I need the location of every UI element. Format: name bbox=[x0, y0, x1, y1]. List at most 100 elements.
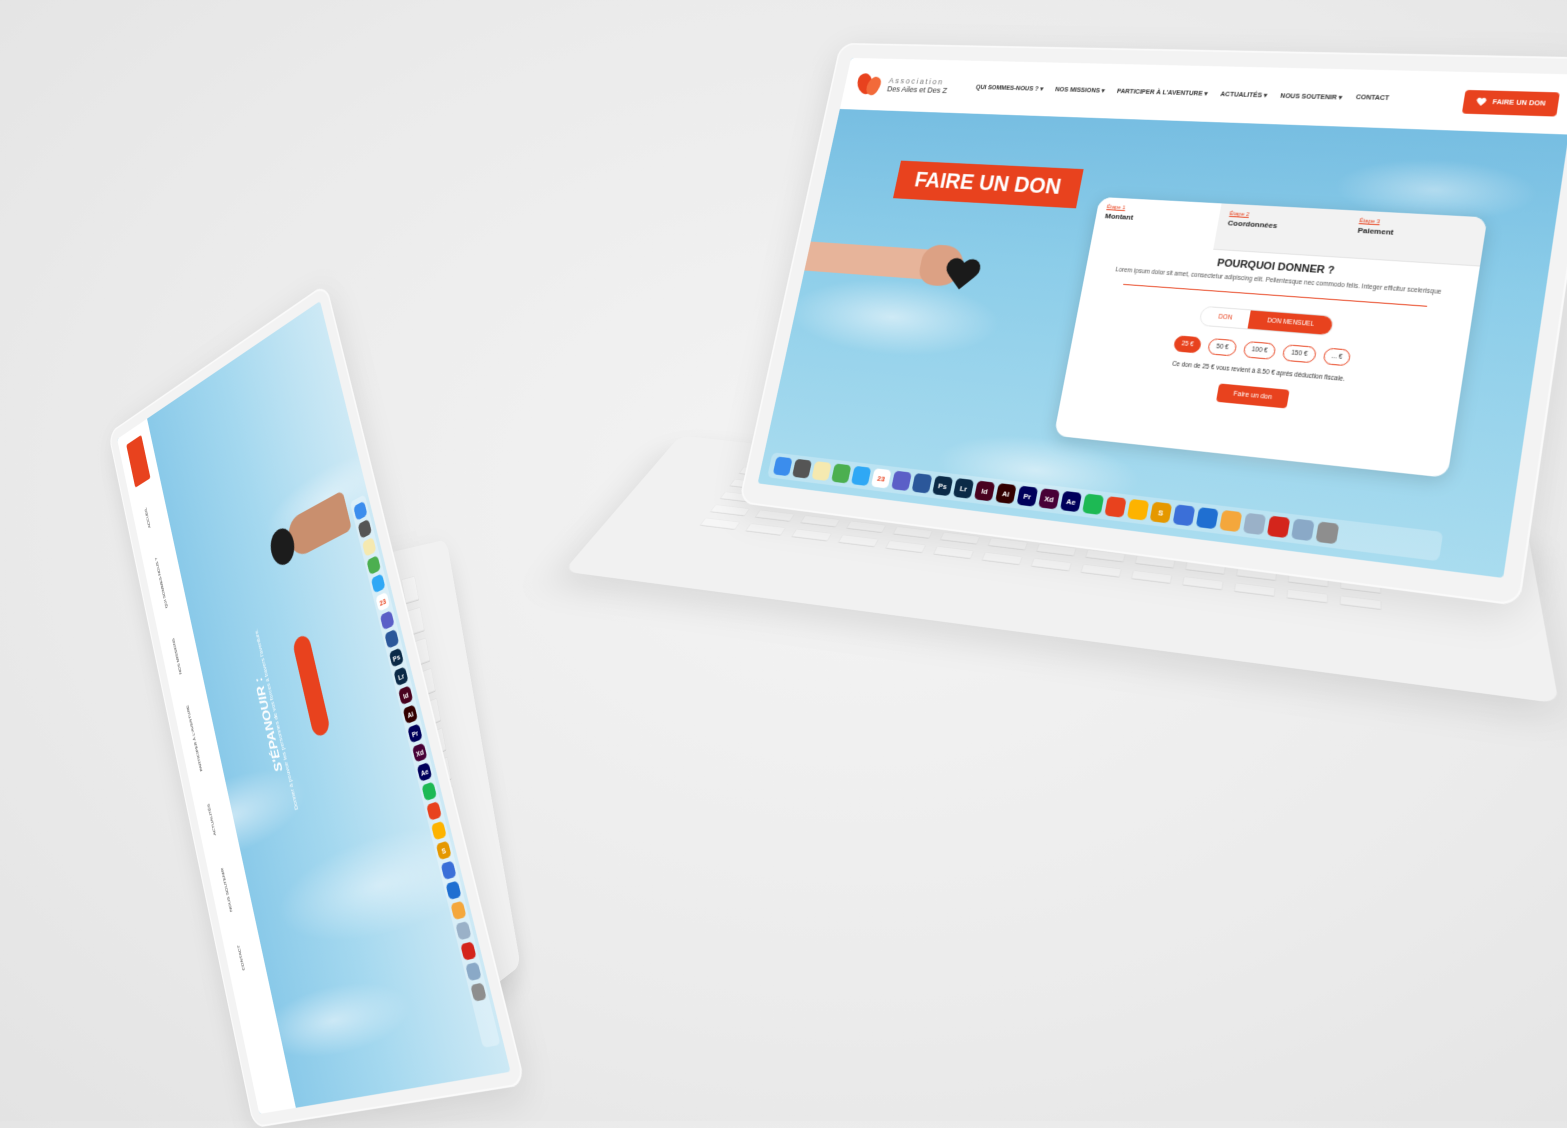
notes-icon[interactable] bbox=[811, 461, 831, 481]
teams-icon[interactable] bbox=[891, 471, 912, 491]
spotify-icon[interactable] bbox=[1082, 493, 1104, 515]
preview-icon[interactable] bbox=[1243, 513, 1266, 535]
amount-50[interactable]: 50 € bbox=[1207, 338, 1237, 357]
donation-body: POURQUOI DONNER ? Lorem ipsum dolor sit … bbox=[1062, 242, 1480, 433]
xd-icon[interactable]: Xd bbox=[412, 743, 427, 763]
chrome-icon[interactable] bbox=[831, 463, 851, 483]
chrome-icon[interactable] bbox=[366, 555, 381, 575]
sketch-icon[interactable] bbox=[431, 821, 447, 841]
word-icon[interactable] bbox=[384, 629, 399, 649]
launchpad-icon[interactable] bbox=[358, 519, 372, 539]
keyboard-key bbox=[1340, 595, 1382, 609]
main-nav: QUI SOMMES-NOUS ? ▾ NOS MISSIONS ▾ PARTI… bbox=[975, 84, 1389, 103]
keynote-icon[interactable] bbox=[441, 861, 457, 880]
amount-options: 25 € 50 € 100 € 150 € ... € bbox=[1093, 329, 1440, 374]
teams-icon[interactable] bbox=[380, 610, 395, 630]
finder-icon[interactable] bbox=[773, 456, 793, 476]
nav-item-support[interactable]: NOUS SOUTENIR ▾ bbox=[1280, 92, 1343, 101]
keyboard-key bbox=[1031, 558, 1073, 571]
folder-icon[interactable] bbox=[1291, 519, 1315, 542]
left-nav-item[interactable]: CONTACT bbox=[237, 942, 253, 970]
notes-icon[interactable] bbox=[362, 537, 377, 557]
quicktime-icon[interactable] bbox=[446, 881, 462, 900]
trash-icon[interactable] bbox=[1315, 521, 1339, 544]
keyboard-key bbox=[838, 534, 879, 546]
nav-item-news[interactable]: ACTUALITÉS ▾ bbox=[1220, 91, 1268, 100]
keynote-icon[interactable] bbox=[1173, 504, 1196, 526]
preview-icon[interactable] bbox=[455, 921, 471, 940]
left-nav-item[interactable]: PARTICIPER À L'AVENTURE bbox=[186, 702, 210, 773]
spotify-icon[interactable] bbox=[421, 782, 437, 802]
messages-icon[interactable] bbox=[851, 466, 871, 486]
scrivener-icon[interactable]: S bbox=[1150, 502, 1173, 524]
acrobat-icon[interactable] bbox=[1267, 516, 1291, 539]
site-logo[interactable]: Association Des Ailes et Des Z bbox=[853, 70, 951, 101]
amount-150[interactable]: 150 € bbox=[1282, 344, 1317, 363]
lightroom-icon[interactable]: Lr bbox=[393, 666, 408, 686]
header-donate-label: FAIRE UN DON bbox=[1492, 99, 1546, 107]
keyboard-key bbox=[700, 518, 741, 530]
premiere-icon[interactable]: Pr bbox=[407, 724, 422, 744]
aftereffects-icon[interactable]: Ae bbox=[417, 762, 433, 782]
keyboard-key bbox=[791, 529, 832, 541]
step-amount[interactable]: Étape 1 Montant bbox=[1091, 197, 1222, 250]
scrivener-icon[interactable]: S bbox=[436, 841, 452, 861]
finder-icon[interactable] bbox=[353, 501, 367, 521]
left-nav-item[interactable]: ACTUALITÉS bbox=[207, 800, 224, 835]
aftereffects-icon[interactable]: Ae bbox=[1060, 491, 1082, 512]
xmind-icon[interactable] bbox=[426, 801, 442, 821]
nav-item-about[interactable]: QUI SOMMES-NOUS ? ▾ bbox=[975, 84, 1044, 93]
acrobat-icon[interactable] bbox=[460, 941, 476, 960]
photos-icon[interactable] bbox=[1219, 510, 1242, 532]
quicktime-icon[interactable] bbox=[1196, 507, 1219, 529]
nav-item-participate[interactable]: PARTICIPER À L'AVENTURE ▾ bbox=[1116, 88, 1208, 98]
left-nav-item[interactable]: QUI SOMMES-NOUS ? bbox=[155, 553, 175, 609]
right-laptop: Association Des Ailes et Des Z QUI SOMME… bbox=[640, 10, 1567, 810]
xmind-icon[interactable] bbox=[1104, 496, 1126, 518]
header-donate-button[interactable]: FAIRE UN DON bbox=[1462, 89, 1560, 116]
illustrator-icon[interactable]: Ai bbox=[995, 483, 1017, 504]
wings-logo-icon bbox=[853, 70, 886, 99]
left-nav-item[interactable]: NOUS SOUTENIR bbox=[221, 865, 241, 912]
keyboard-key bbox=[755, 510, 795, 522]
donation-frequency-toggle[interactable]: DON DON MENSUEL bbox=[1198, 306, 1334, 336]
launchpad-icon[interactable] bbox=[792, 459, 812, 479]
keyboard-key bbox=[885, 540, 926, 552]
calendar-icon[interactable]: 23 bbox=[871, 468, 892, 488]
trash-icon[interactable] bbox=[470, 983, 487, 1002]
toggle-monthly[interactable]: DON MENSUEL bbox=[1248, 310, 1334, 335]
nav-item-contact[interactable]: CONTACT bbox=[1355, 94, 1390, 102]
word-icon[interactable] bbox=[912, 473, 933, 494]
folder-icon[interactable] bbox=[465, 962, 481, 981]
indesign-icon[interactable]: Id bbox=[974, 481, 995, 502]
amount-custom[interactable]: ... € bbox=[1322, 347, 1352, 366]
nav-item-missions[interactable]: NOS MISSIONS ▾ bbox=[1055, 86, 1106, 94]
xd-icon[interactable]: Xd bbox=[1038, 488, 1060, 509]
photos-icon[interactable] bbox=[450, 901, 466, 920]
amount-25[interactable]: 25 € bbox=[1172, 335, 1202, 353]
keyboard-key bbox=[1234, 583, 1276, 597]
keyboard-key bbox=[982, 552, 1023, 565]
amount-100[interactable]: 100 € bbox=[1242, 341, 1276, 360]
illustrator-icon[interactable]: Ai bbox=[403, 704, 418, 724]
photoshop-icon[interactable]: Ps bbox=[932, 476, 953, 497]
keyboard-key bbox=[1286, 589, 1328, 603]
lightroom-icon[interactable]: Lr bbox=[953, 478, 974, 499]
indesign-icon[interactable]: Id bbox=[398, 685, 413, 705]
calendar-icon[interactable]: 23 bbox=[375, 592, 390, 612]
left-nav-item[interactable]: NOS MISSIONS bbox=[172, 634, 189, 675]
photoshop-icon[interactable]: Ps bbox=[389, 648, 404, 668]
toggle-once[interactable]: DON bbox=[1200, 307, 1252, 329]
left-header-donate-button[interactable] bbox=[126, 435, 150, 488]
step-payment[interactable]: Étape 3 Paiement bbox=[1343, 210, 1488, 266]
submit-donation-button[interactable]: Faire un don bbox=[1216, 383, 1289, 408]
left-nav-item[interactable]: ACCUEIL bbox=[144, 503, 158, 529]
heart-icon bbox=[1475, 97, 1487, 106]
logo-text: Association Des Ailes et Des Z bbox=[886, 76, 949, 94]
premiere-icon[interactable]: Pr bbox=[1017, 486, 1039, 507]
keyboard-key bbox=[800, 515, 840, 527]
keyboard-key bbox=[846, 521, 886, 533]
step-details[interactable]: Étape 2 Coordonnées bbox=[1214, 203, 1351, 257]
messages-icon[interactable] bbox=[371, 573, 386, 593]
sketch-icon[interactable] bbox=[1127, 499, 1149, 521]
